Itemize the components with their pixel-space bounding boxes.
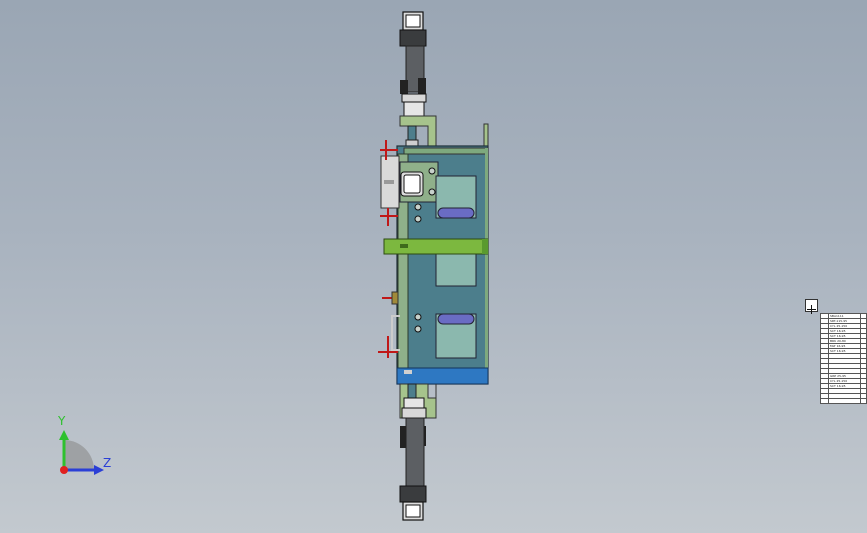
bom-row xyxy=(820,398,867,404)
window-middle xyxy=(435,253,477,287)
triad-y-label: Y xyxy=(58,414,66,428)
axis-triad xyxy=(59,430,104,475)
bom-table[interactable]: SBA1111 SRT-115-95 CYL 25-150 SCT 16-95 SCT … xyxy=(820,313,867,404)
slot-lower xyxy=(437,313,475,325)
bom-cell xyxy=(828,398,861,404)
bom-cell xyxy=(820,398,829,404)
clamp-plate xyxy=(399,161,439,203)
slot-upper xyxy=(437,207,475,219)
side-block xyxy=(380,155,400,209)
base-block xyxy=(396,367,489,385)
x-axis-dot xyxy=(60,466,68,474)
side-knob xyxy=(391,291,399,305)
window-lower xyxy=(435,313,477,359)
window-upper xyxy=(435,175,477,219)
green-bar xyxy=(383,238,489,255)
bottom-cylinder[interactable] xyxy=(399,397,427,521)
top-bracket xyxy=(399,115,489,149)
top-cylinder[interactable] xyxy=(399,11,427,117)
bom-cell xyxy=(860,398,867,404)
cad-viewport[interactable] xyxy=(0,0,867,533)
triad-z-label: Z xyxy=(103,456,112,470)
table-move-handle-icon[interactable] xyxy=(805,299,818,314)
